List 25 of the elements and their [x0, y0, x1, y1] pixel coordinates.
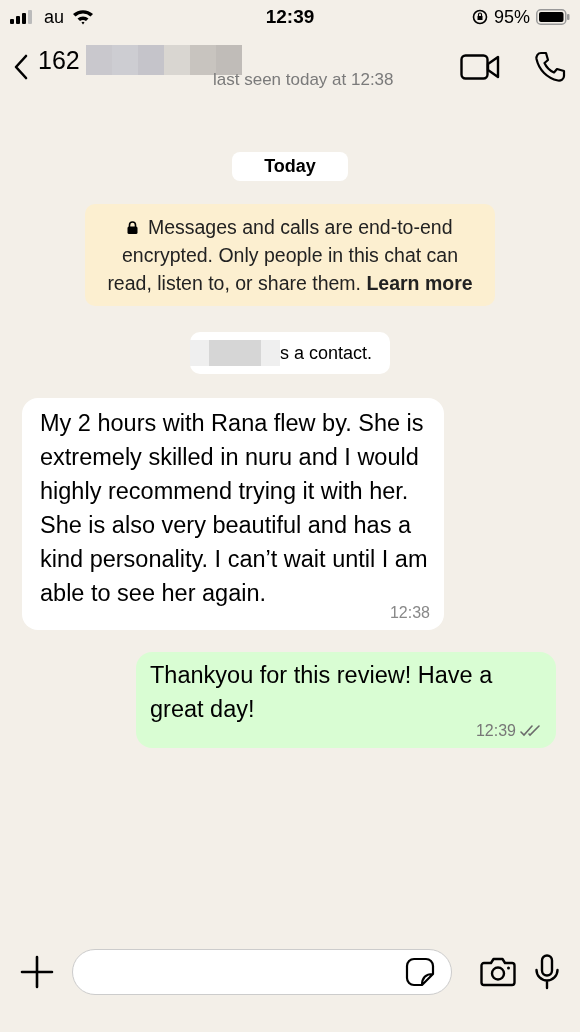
date-label: Today [232, 152, 348, 181]
camera-icon[interactable] [480, 957, 516, 987]
battery-icon [536, 9, 570, 25]
message-time: 12:39 [475, 722, 516, 740]
battery-percent: 95% [493, 6, 530, 28]
learn-more-link[interactable]: Learn more [366, 272, 473, 294]
encryption-notice-text: Messages and calls are end-to-end encrypted. Only people in this chat can read, listen to, or share them. Learn more [106, 215, 474, 296]
status-time: 12:39 [265, 6, 315, 28]
message-input-field[interactable] [72, 949, 452, 995]
back-button[interactable] [14, 54, 28, 80]
lock-icon [127, 221, 139, 234]
plus-icon[interactable] [20, 955, 54, 989]
last-seen-text: last seen today at 12:38 [213, 70, 395, 90]
outgoing-message: Thankyou for this review! Have a great day! 12:39 [136, 652, 556, 748]
video-call-icon[interactable] [460, 54, 500, 80]
sticker-icon[interactable] [405, 957, 435, 987]
incoming-message: My 2 hours with Rana flew by. She is extremely skilled in nuru and I would highly recommend trying it with her. She is also very beautiful and has a kind personality. I can’t wait until I am able to see her again. 12:38 [22, 398, 444, 630]
wifi-icon [72, 9, 95, 25]
contact-name[interactable]: 162 [38, 45, 80, 75]
system-message: s a contact. [189, 332, 391, 374]
microphone-icon[interactable] [534, 954, 560, 990]
message-time: 12:38 [389, 604, 430, 622]
rotation-lock-icon [471, 9, 488, 25]
phone-icon[interactable] [534, 51, 566, 83]
carrier-name: au [44, 6, 65, 28]
